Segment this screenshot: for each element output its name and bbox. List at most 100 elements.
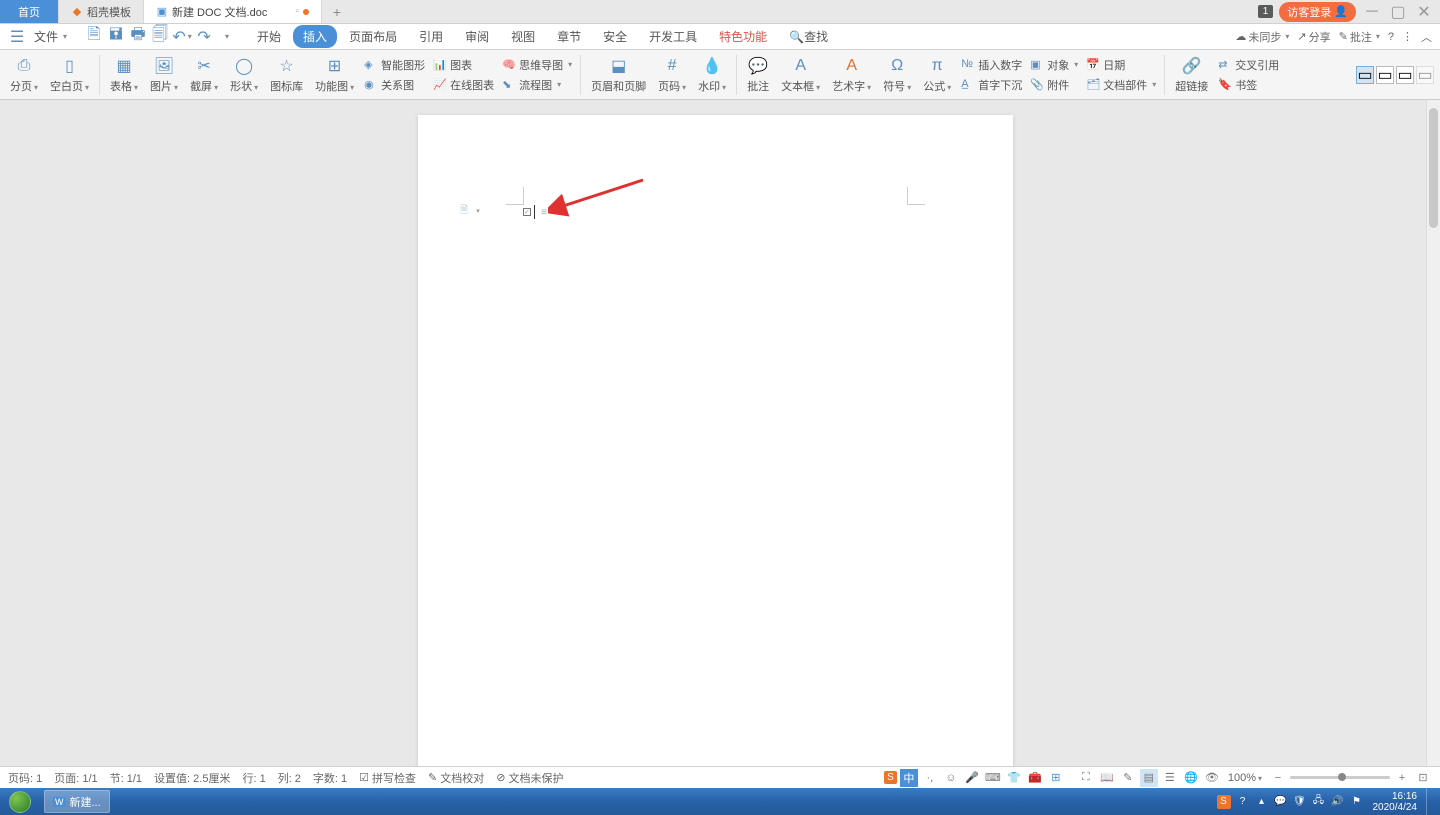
attachment-button[interactable]: 📎附件 xyxy=(1028,76,1080,94)
smart-shape-button[interactable]: ◈智能图形 xyxy=(362,56,427,74)
scroll-thumb[interactable] xyxy=(1429,108,1438,228)
text-box-button[interactable]: A文本框 xyxy=(777,53,824,96)
outline-view-icon[interactable]: ☰ xyxy=(1161,769,1179,787)
more-icon[interactable]: ⋮ xyxy=(1402,30,1413,43)
sogou-ime-icon[interactable]: S xyxy=(884,771,897,784)
tab-menu-icon[interactable]: ▫ xyxy=(295,6,299,17)
ime-skin-icon[interactable]: 👕 xyxy=(1005,769,1023,787)
tray-sogou-icon[interactable]: S xyxy=(1217,795,1231,809)
object-button[interactable]: ▣对象 xyxy=(1028,56,1080,74)
zoom-thumb[interactable] xyxy=(1338,773,1346,781)
qat-more-icon[interactable] xyxy=(217,28,235,46)
cross-ref-button[interactable]: ⇄交叉引用 xyxy=(1216,56,1281,74)
help-icon[interactable]: ? xyxy=(1388,31,1394,43)
print-icon[interactable]: 🖶 xyxy=(129,28,147,46)
status-section[interactable]: 节: 1/1 xyxy=(110,770,142,786)
status-spellcheck[interactable]: ☑ 拼写检查 xyxy=(359,770,416,786)
file-menu[interactable]: 文件 xyxy=(30,26,71,47)
tab-view[interactable]: 视图 xyxy=(501,25,545,48)
web-view-icon[interactable]: 🌐 xyxy=(1182,769,1200,787)
tray-volume-icon[interactable]: 🔊 xyxy=(1331,795,1345,809)
print-preview-icon[interactable]: 🗐 xyxy=(151,28,169,46)
picture-button[interactable]: 🖼图片 xyxy=(146,53,182,96)
watermark-button[interactable]: 💧水印 xyxy=(694,53,730,96)
icon-lib-button[interactable]: ☆图标库 xyxy=(266,53,307,96)
document-page[interactable]: 🗎 ▾ ✓ ≡ xyxy=(418,115,1013,788)
vertical-scrollbar[interactable] xyxy=(1426,100,1440,788)
tab-document[interactable]: ▣ 新建 DOC 文档.doc ▫ xyxy=(144,0,322,23)
redo-icon[interactable]: ↷ xyxy=(195,28,213,46)
tray-help-icon[interactable]: ? xyxy=(1236,795,1250,809)
page-break-button[interactable]: ⎙分页 xyxy=(6,53,42,96)
ime-mic-icon[interactable]: 🎤 xyxy=(963,769,981,787)
ime-tool-icon[interactable]: 🧰 xyxy=(1026,769,1044,787)
tab-section[interactable]: 章节 xyxy=(547,25,591,48)
tab-home[interactable]: 首页 xyxy=(0,0,59,23)
chart-button[interactable]: 📊图表 xyxy=(431,56,496,74)
symbol-button[interactable]: Ω符号 xyxy=(879,53,915,96)
tab-layout[interactable]: 页面布局 xyxy=(339,25,407,48)
hamburger-icon[interactable]: ☰ xyxy=(8,28,26,46)
doc-parts-button[interactable]: 🗂文档部件 xyxy=(1084,76,1158,94)
zoom-out-button[interactable]: − xyxy=(1269,769,1287,787)
blank-page-button[interactable]: ▯空白页 xyxy=(46,53,93,96)
page-number-button[interactable]: #页码 xyxy=(654,53,690,96)
share-button[interactable]: ↗ 分享 xyxy=(1297,29,1330,45)
new-tab-button[interactable]: + xyxy=(322,0,352,23)
screenshot-button[interactable]: ✂截屏 xyxy=(186,53,222,96)
tray-network-icon[interactable]: 🖧 xyxy=(1312,795,1326,809)
status-row[interactable]: 行: 1 xyxy=(242,770,265,786)
notification-badge[interactable]: 1 xyxy=(1258,5,1274,18)
status-setting[interactable]: 设置值: 2.5厘米 xyxy=(154,770,230,786)
insert-number-button[interactable]: №插入数字 xyxy=(959,56,1024,74)
login-button[interactable]: 访客登录 👤 xyxy=(1279,2,1356,22)
table-button[interactable]: ▦表格 xyxy=(106,53,142,96)
read-mode-icon[interactable]: 📖 xyxy=(1098,769,1116,787)
start-button[interactable] xyxy=(0,788,40,815)
status-col[interactable]: 列: 2 xyxy=(278,770,301,786)
tab-dev[interactable]: 开发工具 xyxy=(639,25,707,48)
relation-button[interactable]: ◉关系图 xyxy=(362,76,427,94)
paragraph-marker[interactable]: 🗎 ▾ xyxy=(458,205,484,217)
zoom-slider[interactable] xyxy=(1290,776,1390,779)
save-icon[interactable]: 🖬 xyxy=(107,28,125,46)
tab-review[interactable]: 审阅 xyxy=(455,25,499,48)
undo-icon[interactable]: ↶ xyxy=(173,28,191,46)
ime-grid-icon[interactable]: ⊞ xyxy=(1047,769,1065,787)
status-proof[interactable]: ✎ 文档校对 xyxy=(428,770,484,786)
comment-button[interactable]: ✎ 批注 xyxy=(1339,29,1380,45)
page-view-icon[interactable]: ▤ xyxy=(1140,769,1158,787)
edit-mode-icon[interactable]: ✎ xyxy=(1119,769,1137,787)
tab-reference[interactable]: 引用 xyxy=(409,25,453,48)
minimize-button[interactable]: ─ xyxy=(1362,2,1382,22)
word-art-button[interactable]: A艺术字 xyxy=(828,53,875,96)
collapse-ribbon-icon[interactable]: ︿ xyxy=(1421,29,1432,45)
ime-punct-icon[interactable]: ·, xyxy=(921,769,939,787)
tab-start[interactable]: 开始 xyxy=(247,25,291,48)
function-chart-button[interactable]: ⊞功能图 xyxy=(311,53,358,96)
tab-security[interactable]: 安全 xyxy=(593,25,637,48)
new-icon[interactable]: 🗎 xyxy=(85,28,103,46)
view-mode-1[interactable]: ▭ xyxy=(1356,66,1374,84)
tab-special[interactable]: 特色功能 xyxy=(709,25,777,48)
find-button[interactable]: 🔍查找 xyxy=(779,25,838,48)
sync-status[interactable]: ☁ 未同步 xyxy=(1235,29,1289,45)
tray-flag-icon[interactable]: ⚑ xyxy=(1350,795,1364,809)
tab-insert[interactable]: 插入 xyxy=(293,25,337,48)
system-clock[interactable]: 16:16 2020/4/24 xyxy=(1369,791,1422,813)
zoom-value[interactable]: 100% xyxy=(1228,772,1262,784)
header-footer-button[interactable]: ⬓页眉和页脚 xyxy=(587,53,650,96)
status-page[interactable]: 页面: 1/1 xyxy=(54,770,97,786)
view-mode-2[interactable]: ▭ xyxy=(1376,66,1394,84)
online-chart-button[interactable]: 📈在线图表 xyxy=(431,76,496,94)
status-protection[interactable]: ⊘ 文档未保护 xyxy=(496,770,563,786)
hyperlink-button[interactable]: 🔗超链接 xyxy=(1171,53,1212,96)
tray-chevron-icon[interactable]: ▴ xyxy=(1255,795,1269,809)
shape-button[interactable]: ◯形状 xyxy=(226,53,262,96)
ime-emoji-icon[interactable]: ☺ xyxy=(942,769,960,787)
drop-cap-button[interactable]: A̲首字下沉 xyxy=(959,76,1024,94)
flowchart-button[interactable]: ⬊流程图 xyxy=(500,76,574,94)
eye-protect-icon[interactable]: 👁 xyxy=(1203,769,1221,787)
maximize-button[interactable]: ▢ xyxy=(1388,2,1408,22)
tray-chat-icon[interactable]: 💬 xyxy=(1274,795,1288,809)
